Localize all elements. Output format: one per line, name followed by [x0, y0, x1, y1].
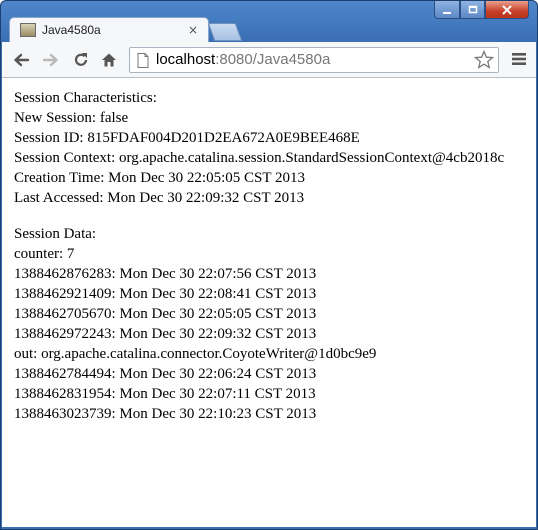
session-data-line: 1388463023739: Mon Dec 30 22:10:23 CST 2… [14, 406, 317, 422]
browser-window: Java4580a × localhost:8080/Java4580a Ses… [0, 0, 538, 530]
new-tab-button[interactable] [207, 23, 243, 41]
address-bar[interactable]: localhost:8080/Java4580a [129, 47, 499, 73]
menu-button[interactable] [512, 52, 526, 71]
session-data-line: 1388462972243: Mon Dec 30 22:09:32 CST 2… [14, 326, 317, 342]
java-favicon-icon [20, 23, 36, 37]
session-data-line: 1388462921409: Mon Dec 30 22:08:41 CST 2… [14, 286, 317, 302]
hamburger-menu-icon [512, 53, 526, 65]
tab-strip: Java4580a × [1, 17, 537, 43]
browser-toolbar: localhost:8080/Java4580a [2, 42, 536, 78]
maximize-icon [468, 5, 477, 13]
back-button[interactable] [10, 49, 32, 71]
session-id-line: Session ID: 815FDAF004D201D2EA672A0E9BEE… [14, 130, 360, 146]
home-icon [102, 53, 116, 67]
last-accessed-line: Last Accessed: Mon Dec 30 22:09:32 CST 2… [14, 190, 305, 206]
url-host: localhost [156, 51, 216, 68]
reload-button[interactable] [70, 49, 92, 71]
page-icon [137, 53, 149, 68]
forward-button[interactable] [40, 49, 62, 71]
session-data-line: 1388462876283: Mon Dec 30 22:07:56 CST 2… [14, 266, 317, 282]
tab-close-icon[interactable]: × [188, 24, 198, 36]
session-data-line: out: org.apache.catalina.connector.Coyot… [14, 346, 377, 362]
home-button[interactable] [98, 49, 120, 71]
new-session-line: New Session: false [14, 110, 129, 126]
page-content: Session Characteristics: New Session: fa… [2, 78, 536, 527]
star-icon[interactable] [474, 50, 494, 70]
minimize-icon [443, 11, 451, 14]
arrow-left-icon [14, 53, 30, 67]
arrow-right-icon [42, 53, 58, 67]
close-icon [502, 4, 512, 15]
reload-icon [74, 53, 88, 66]
url-text[interactable]: localhost:8080/Java4580a [156, 52, 330, 68]
session-data-line: 1388462831954: Mon Dec 30 22:07:11 CST 2… [14, 386, 316, 402]
session-data-line: 1388462705670: Mon Dec 30 22:05:05 CST 2… [14, 306, 317, 322]
url-path: :8080/Java4580a [215, 51, 331, 68]
session-context-line: Session Context: org.apache.catalina.ses… [14, 150, 505, 166]
session-characteristics-heading: Session Characteristics: [14, 90, 157, 106]
session-data-heading: Session Data: [14, 226, 97, 242]
creation-time-line: Creation Time: Mon Dec 30 22:05:05 CST 2… [14, 170, 305, 186]
tab-title: Java4580a [42, 23, 101, 37]
session-data-line: counter: 7 [14, 246, 75, 262]
tab-java4580a[interactable]: Java4580a × [9, 17, 209, 43]
session-data-line: 1388462784494: Mon Dec 30 22:06:24 CST 2… [14, 366, 317, 382]
